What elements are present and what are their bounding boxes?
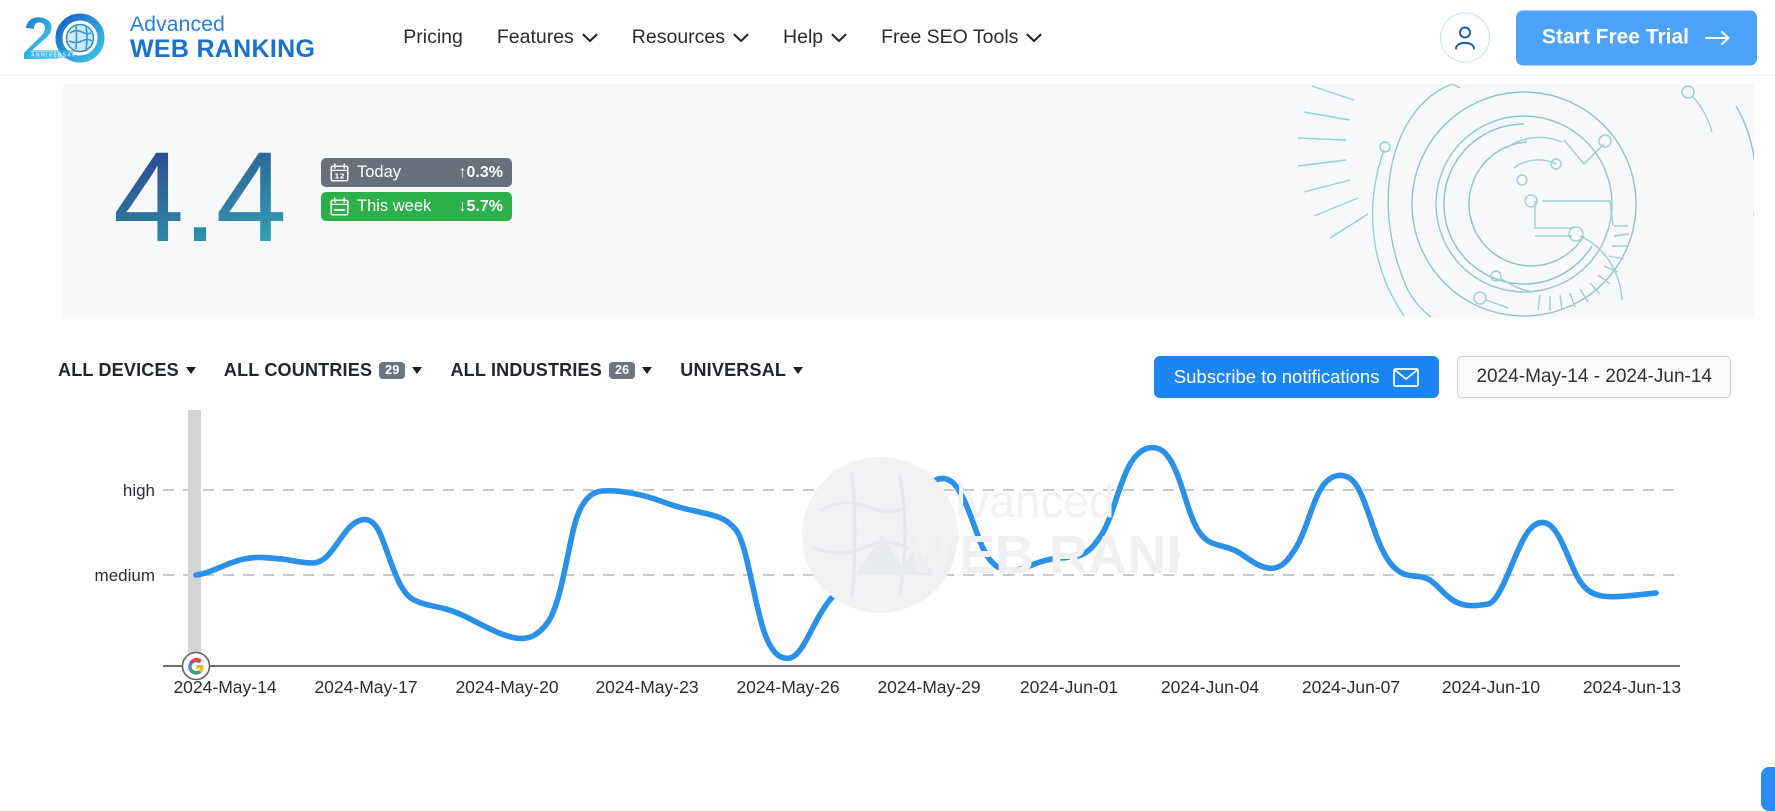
x-tick-label: 2024-May-20 (455, 677, 558, 697)
start-free-trial-button[interactable]: Start Free Trial (1515, 10, 1757, 65)
filter-count-badge: 29 (379, 361, 406, 380)
filter-label: ALL COUNTRIES (223, 360, 373, 380)
x-tick-label: 2024-Jun-07 (1302, 677, 1400, 697)
caret-down-icon (185, 367, 196, 374)
calendar-day-icon: 12 (330, 163, 349, 182)
badge-today[interactable]: 12 Today ↑0.3% (321, 158, 512, 187)
nav-item-help[interactable]: Help (783, 26, 847, 49)
user-icon (1454, 26, 1475, 50)
x-tick-label: 2024-May-29 (877, 677, 980, 697)
badge-this-week[interactable]: This week ↓5.7% (321, 192, 512, 221)
x-tick-label: 2024-Jun-04 (1161, 677, 1260, 697)
logo-text-line1: Advanced (130, 12, 226, 36)
nav-item-features[interactable]: Features (497, 26, 598, 49)
x-tick-label: 2024-Jun-13 (1583, 677, 1681, 697)
badge-value: ↑0.3% (458, 163, 503, 181)
y-tick-medium: medium (95, 566, 155, 585)
circuit-g-graphic-icon (1297, 84, 1754, 317)
google-g-icon[interactable] (181, 651, 211, 681)
svg-text:12: 12 (334, 171, 344, 180)
site-header: ANNIVERSARY Advanced WEB RANKING Pricing… (0, 0, 1775, 76)
chevron-down-icon (733, 33, 749, 42)
nav-label: Resources (631, 26, 726, 48)
subscribe-label: Subscribe to notifications (1173, 366, 1380, 387)
cta-label: Start Free Trial (1541, 25, 1689, 49)
filter-all-devices[interactable]: ALL DEVICES (58, 360, 196, 381)
filter-group: ALL DEVICES ALL COUNTRIES 29 ALL INDUSTR… (58, 360, 804, 381)
logo[interactable]: ANNIVERSARY Advanced WEB RANKING (18, 12, 315, 64)
chevron-down-icon (582, 33, 598, 42)
filter-count-badge: 26 (608, 361, 636, 380)
y-tick-high: high (123, 481, 155, 500)
badge-label: This week (357, 197, 432, 215)
main-navigation: Pricing Features Resources Help Free SEO… (403, 26, 1042, 49)
subscribe-notifications-button[interactable]: Subscribe to notifications (1153, 356, 1440, 398)
nav-label: Help (783, 26, 824, 48)
arrow-right-icon (1705, 30, 1730, 45)
date-range-picker[interactable]: 2024-May-14 - 2024-Jun-14 (1457, 356, 1731, 398)
x-tick-label: 2024-May-26 (736, 677, 839, 697)
calendar-week-icon (330, 197, 349, 216)
x-tick-label: 2024-Jun-10 (1442, 677, 1541, 697)
filter-all-countries[interactable]: ALL COUNTRIES 29 (224, 360, 423, 381)
nav-label: Free SEO Tools (881, 26, 1019, 48)
nav-item-free-seo-tools[interactable]: Free SEO Tools (881, 26, 1042, 49)
chart-canvas: high medium 2024-May-14 2024-May-17 2024… (95, 410, 1681, 697)
filter-label: UNIVERSAL (680, 360, 787, 380)
badge-label: Today (357, 163, 402, 181)
filter-toolbar: ALL DEVICES ALL COUNTRIES 29 ALL INDUSTR… (0, 348, 1775, 410)
start-marker-bar (188, 410, 201, 668)
score-badges: 12 Today ↑0.3% This week ↓5.7% (321, 158, 512, 221)
score-hero-card: 4.4 12 Today ↑0.3% This week ↓5.7% (63, 84, 1754, 317)
chevron-down-icon (1026, 33, 1042, 42)
filter-all-industries[interactable]: ALL INDUSTRIES 26 (450, 360, 653, 381)
x-tick-label: 2024-May-23 (595, 677, 698, 697)
nav-label: Pricing (403, 26, 463, 48)
nav-item-resources[interactable]: Resources (632, 26, 749, 49)
account-button[interactable] (1439, 12, 1490, 63)
envelope-icon (1393, 367, 1420, 387)
filter-label: ALL DEVICES (58, 360, 179, 380)
badge-value: ↓5.7% (458, 197, 503, 215)
nav-item-pricing[interactable]: Pricing (403, 26, 463, 49)
chevron-down-icon (831, 33, 847, 42)
nav-label: Features (496, 26, 574, 48)
score-value: 4.4 (113, 126, 287, 269)
x-tick-label: 2024-May-17 (314, 677, 417, 697)
caret-down-icon (412, 367, 423, 374)
filter-label: ALL INDUSTRIES (450, 360, 602, 380)
visibility-chart: Advanced WEB RANKING high medium 2024-Ma… (0, 410, 1775, 811)
caret-down-icon (793, 367, 804, 374)
toolbar-actions: Subscribe to notifications 2024-May-14 -… (1153, 356, 1731, 398)
caret-down-icon (642, 367, 653, 374)
svg-text:ANNIVERSARY: ANNIVERSARY (31, 52, 81, 58)
chat-launcher-button[interactable] (1761, 767, 1775, 811)
logo-mark-icon: ANNIVERSARY (24, 13, 105, 62)
date-range-value: 2024-May-14 - 2024-Jun-14 (1476, 366, 1712, 387)
series-line (193, 444, 1659, 662)
logo-text-line2: WEB RANKING (130, 34, 316, 63)
x-tick-label: 2024-Jun-01 (1020, 677, 1118, 697)
x-tick-label: 2024-May-14 (173, 677, 276, 697)
filter-universal[interactable]: UNIVERSAL (680, 360, 804, 381)
header-actions: Start Free Trial (1439, 10, 1757, 65)
